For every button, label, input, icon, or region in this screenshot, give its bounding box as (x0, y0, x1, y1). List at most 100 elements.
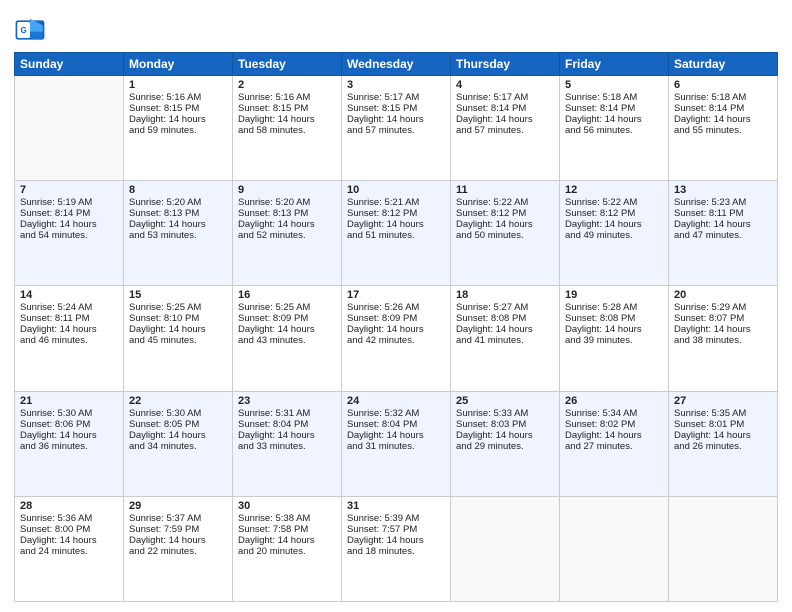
day-number: 19 (565, 289, 663, 301)
calendar-cell: 30Sunrise: 5:38 AMSunset: 7:58 PMDayligh… (233, 496, 342, 601)
day-info: Sunset: 8:02 PM (565, 419, 663, 430)
day-info: Sunset: 8:00 PM (20, 524, 118, 535)
day-info: Sunset: 8:15 PM (347, 103, 445, 114)
calendar-cell: 26Sunrise: 5:34 AMSunset: 8:02 PMDayligh… (560, 391, 669, 496)
day-info: Daylight: 14 hours (565, 430, 663, 441)
col-header-sunday: Sunday (15, 53, 124, 76)
calendar-cell: 17Sunrise: 5:26 AMSunset: 8:09 PMDayligh… (342, 286, 451, 391)
day-info: Sunset: 8:11 PM (20, 313, 118, 324)
day-info: Sunrise: 5:23 AM (674, 197, 772, 208)
day-info: Sunrise: 5:31 AM (238, 408, 336, 419)
day-info: and 24 minutes. (20, 546, 118, 557)
day-number: 9 (238, 184, 336, 196)
calendar-cell: 16Sunrise: 5:25 AMSunset: 8:09 PMDayligh… (233, 286, 342, 391)
day-info: Daylight: 14 hours (347, 219, 445, 230)
day-info: Sunrise: 5:20 AM (238, 197, 336, 208)
day-info: Daylight: 14 hours (347, 324, 445, 335)
day-info: Sunset: 7:58 PM (238, 524, 336, 535)
day-info: and 45 minutes. (129, 335, 227, 346)
calendar-cell: 13Sunrise: 5:23 AMSunset: 8:11 PMDayligh… (669, 181, 778, 286)
day-info: Daylight: 14 hours (129, 535, 227, 546)
day-info: Daylight: 14 hours (674, 219, 772, 230)
day-info: Daylight: 14 hours (674, 114, 772, 125)
calendar-cell: 1Sunrise: 5:16 AMSunset: 8:15 PMDaylight… (124, 76, 233, 181)
calendar-cell: 28Sunrise: 5:36 AMSunset: 8:00 PMDayligh… (15, 496, 124, 601)
day-number: 12 (565, 184, 663, 196)
day-info: and 57 minutes. (456, 125, 554, 136)
day-number: 7 (20, 184, 118, 196)
day-info: Sunset: 8:04 PM (238, 419, 336, 430)
day-info: and 39 minutes. (565, 335, 663, 346)
day-number: 1 (129, 79, 227, 91)
day-info: and 46 minutes. (20, 335, 118, 346)
day-info: Sunset: 8:12 PM (456, 208, 554, 219)
day-info: Sunrise: 5:25 AM (129, 302, 227, 313)
day-info: Sunrise: 5:39 AM (347, 513, 445, 524)
day-number: 8 (129, 184, 227, 196)
day-number: 11 (456, 184, 554, 196)
calendar-cell: 8Sunrise: 5:20 AMSunset: 8:13 PMDaylight… (124, 181, 233, 286)
calendar-cell: 19Sunrise: 5:28 AMSunset: 8:08 PMDayligh… (560, 286, 669, 391)
day-info: Sunrise: 5:33 AM (456, 408, 554, 419)
day-info: and 54 minutes. (20, 230, 118, 241)
calendar-cell: 25Sunrise: 5:33 AMSunset: 8:03 PMDayligh… (451, 391, 560, 496)
calendar-cell: 12Sunrise: 5:22 AMSunset: 8:12 PMDayligh… (560, 181, 669, 286)
logo: G (14, 14, 50, 46)
calendar-cell: 27Sunrise: 5:35 AMSunset: 8:01 PMDayligh… (669, 391, 778, 496)
calendar-cell: 18Sunrise: 5:27 AMSunset: 8:08 PMDayligh… (451, 286, 560, 391)
day-info: and 49 minutes. (565, 230, 663, 241)
day-info: Sunset: 8:12 PM (565, 208, 663, 219)
day-info: Daylight: 14 hours (456, 219, 554, 230)
day-info: and 34 minutes. (129, 441, 227, 452)
calendar-week-4: 21Sunrise: 5:30 AMSunset: 8:06 PMDayligh… (15, 391, 778, 496)
day-info: Sunset: 8:08 PM (565, 313, 663, 324)
day-info: Sunrise: 5:30 AM (129, 408, 227, 419)
day-info: and 59 minutes. (129, 125, 227, 136)
col-header-monday: Monday (124, 53, 233, 76)
day-number: 20 (674, 289, 772, 301)
day-info: Sunrise: 5:36 AM (20, 513, 118, 524)
day-number: 23 (238, 395, 336, 407)
calendar-week-2: 7Sunrise: 5:19 AMSunset: 8:14 PMDaylight… (15, 181, 778, 286)
day-number: 10 (347, 184, 445, 196)
day-info: Sunrise: 5:34 AM (565, 408, 663, 419)
day-info: and 55 minutes. (674, 125, 772, 136)
day-info: Sunset: 8:13 PM (238, 208, 336, 219)
day-number: 27 (674, 395, 772, 407)
header: G (14, 10, 778, 46)
day-info: Sunset: 8:01 PM (674, 419, 772, 430)
calendar-week-1: 1Sunrise: 5:16 AMSunset: 8:15 PMDaylight… (15, 76, 778, 181)
calendar-header-row: SundayMondayTuesdayWednesdayThursdayFrid… (15, 53, 778, 76)
svg-text:G: G (20, 26, 26, 35)
day-number: 31 (347, 500, 445, 512)
day-number: 24 (347, 395, 445, 407)
day-info: Sunset: 7:57 PM (347, 524, 445, 535)
day-info: Daylight: 14 hours (129, 430, 227, 441)
calendar-cell: 4Sunrise: 5:17 AMSunset: 8:14 PMDaylight… (451, 76, 560, 181)
day-info: Sunrise: 5:25 AM (238, 302, 336, 313)
day-info: and 20 minutes. (238, 546, 336, 557)
calendar-week-5: 28Sunrise: 5:36 AMSunset: 8:00 PMDayligh… (15, 496, 778, 601)
day-info: Sunrise: 5:35 AM (674, 408, 772, 419)
day-number: 17 (347, 289, 445, 301)
day-info: and 56 minutes. (565, 125, 663, 136)
day-info: Daylight: 14 hours (347, 535, 445, 546)
day-info: Sunset: 8:04 PM (347, 419, 445, 430)
col-header-friday: Friday (560, 53, 669, 76)
day-info: and 53 minutes. (129, 230, 227, 241)
day-info: Sunset: 8:12 PM (347, 208, 445, 219)
day-number: 4 (456, 79, 554, 91)
day-info: Sunrise: 5:37 AM (129, 513, 227, 524)
day-info: Daylight: 14 hours (347, 430, 445, 441)
day-info: Sunset: 8:11 PM (674, 208, 772, 219)
day-info: Sunset: 8:13 PM (129, 208, 227, 219)
day-number: 30 (238, 500, 336, 512)
page: G SundayMondayTuesdayWednesdayThursdayFr… (0, 0, 792, 612)
calendar-cell: 5Sunrise: 5:18 AMSunset: 8:14 PMDaylight… (560, 76, 669, 181)
day-info: Daylight: 14 hours (20, 219, 118, 230)
day-info: Daylight: 14 hours (565, 219, 663, 230)
day-info: Sunrise: 5:26 AM (347, 302, 445, 313)
day-info: and 33 minutes. (238, 441, 336, 452)
calendar-cell: 21Sunrise: 5:30 AMSunset: 8:06 PMDayligh… (15, 391, 124, 496)
day-info: Daylight: 14 hours (238, 430, 336, 441)
